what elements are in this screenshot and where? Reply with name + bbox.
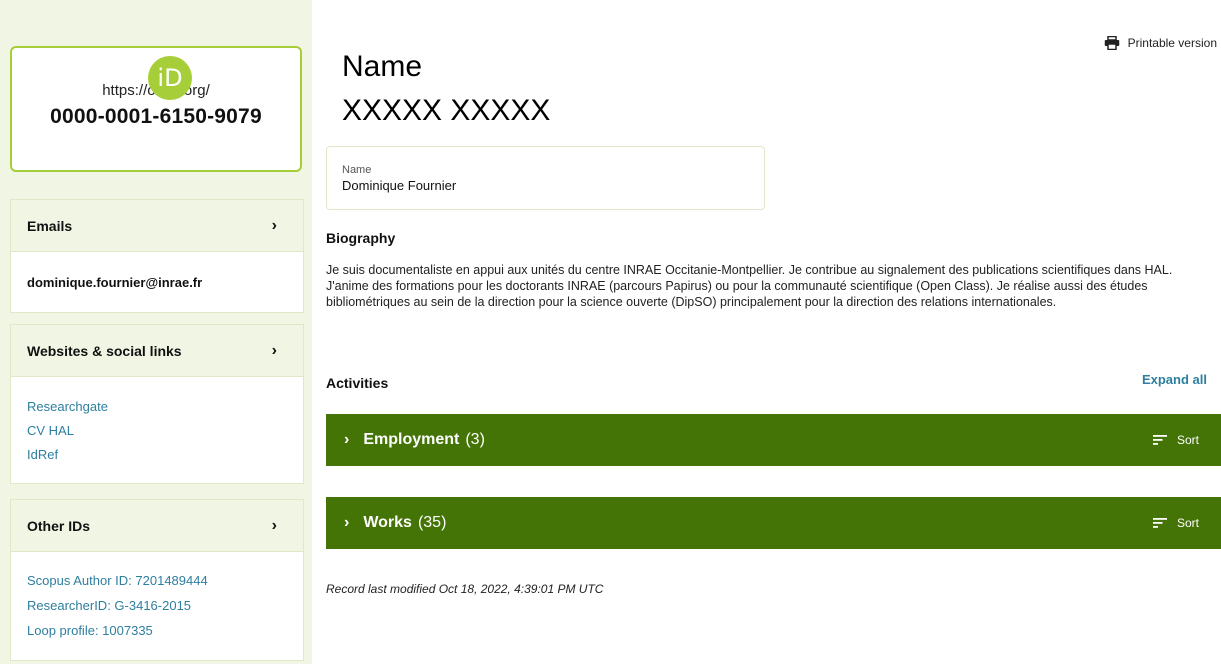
name-field-value: Dominique Fournier — [342, 178, 457, 193]
page-title-line2: XXXXX XXXXX — [342, 94, 551, 127]
section-count: (3) — [465, 431, 485, 448]
name-field: Name Dominique Fournier — [326, 146, 765, 210]
expand-all-button[interactable]: Expand all — [1142, 372, 1207, 387]
other-ids-title: Other IDs — [27, 517, 91, 534]
sort-button[interactable]: Sort — [1152, 433, 1199, 447]
record-last-modified: Record last modified Oct 18, 2022, 4:39:… — [326, 582, 604, 596]
sort-button[interactable]: Sort — [1152, 516, 1199, 530]
section-name: Employment — [363, 431, 460, 448]
chevron-right-icon[interactable]: › — [272, 342, 277, 360]
websites-header[interactable]: Websites & social links › — [11, 325, 303, 377]
section-name: Works — [363, 514, 412, 531]
emails-header[interactable]: Emails › — [11, 200, 303, 252]
website-link-idref[interactable]: IdRef — [27, 443, 287, 467]
name-field-label: Name — [342, 164, 372, 176]
emails-title: Emails — [27, 217, 73, 234]
other-ids-panel: Other IDs › Scopus Author ID: 7201489444… — [10, 499, 304, 661]
section-count: (35) — [417, 514, 447, 531]
websites-panel: Websites & social links › Researchgate C… — [10, 324, 304, 484]
employment-section-header[interactable]: › Employment (3) Sort — [326, 414, 1221, 466]
websites-title: Websites & social links — [27, 342, 182, 359]
chevron-right-icon[interactable]: › — [272, 217, 277, 235]
orcid-logo-icon: iD — [148, 56, 192, 100]
sort-icon — [1152, 435, 1167, 445]
works-section-header[interactable]: › Works (35) Sort — [326, 497, 1221, 549]
activities-heading: Activities — [326, 375, 389, 391]
sidebar: iD https://orcid.org/ 0000-0001-6150-907… — [0, 0, 312, 664]
chevron-right-icon[interactable]: › — [272, 517, 277, 535]
emails-panel: Emails › dominique.fournier@inrae.fr — [10, 199, 304, 313]
chevron-right-icon[interactable]: › — [344, 431, 349, 449]
other-id-link-researcherid[interactable]: ResearcherID: G-3416-2015 — [27, 593, 287, 618]
chevron-right-icon[interactable]: › — [344, 514, 349, 532]
other-id-link-scopus[interactable]: Scopus Author ID: 7201489444 — [27, 568, 287, 593]
orcid-id-card: iD https://orcid.org/ 0000-0001-6150-907… — [10, 46, 302, 172]
printer-icon — [1104, 36, 1119, 50]
printable-version-button[interactable]: Printable version — [1104, 36, 1217, 50]
biography-heading: Biography — [326, 230, 396, 246]
sort-label: Sort — [1176, 516, 1199, 530]
email-item: dominique.fournier@inrae.fr — [27, 274, 203, 290]
printable-version-label: Printable version — [1127, 36, 1217, 50]
other-ids-header[interactable]: Other IDs › — [11, 500, 303, 552]
website-link-cv-hal[interactable]: CV HAL — [27, 419, 287, 443]
website-link-researchgate[interactable]: Researchgate — [27, 395, 287, 419]
orcid-id-number: 0000-0001-6150-9079 — [50, 105, 262, 128]
sort-icon — [1152, 518, 1167, 528]
page-title-line1: Name — [342, 50, 423, 83]
sort-label: Sort — [1176, 433, 1199, 447]
biography-text: Je suis documentaliste en appui aux unit… — [326, 263, 1173, 309]
other-id-link-loop[interactable]: Loop profile: 1007335 — [27, 618, 287, 643]
